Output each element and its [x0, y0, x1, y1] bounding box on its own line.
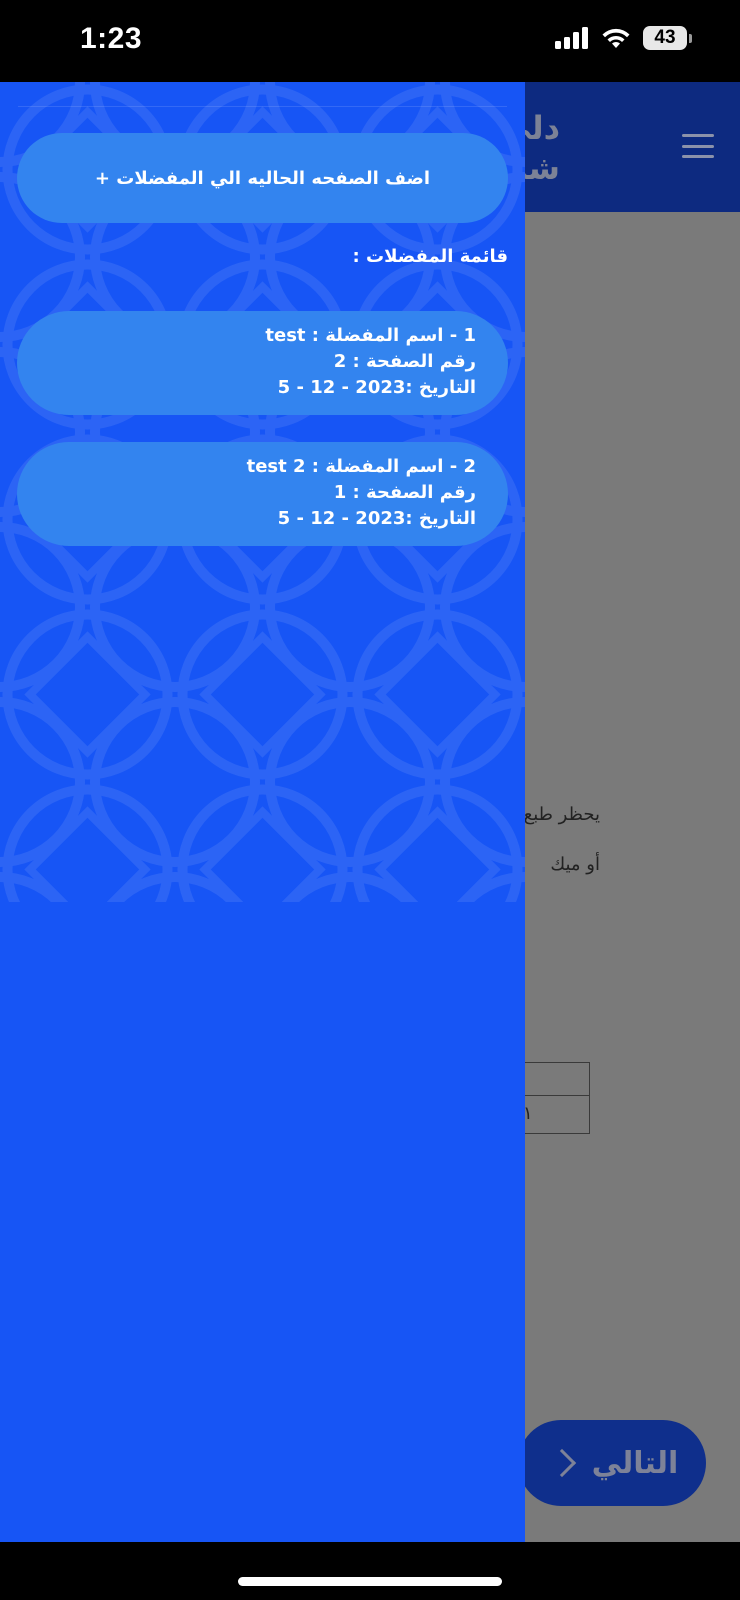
- next-button[interactable]: التالي: [518, 1420, 706, 1506]
- divider: [18, 106, 507, 107]
- menu-icon[interactable]: [682, 134, 714, 158]
- favorite-name: 2 - اسم المفضلة : test 2: [246, 456, 476, 477]
- wifi-icon: [602, 28, 630, 48]
- battery-icon: 43: [643, 26, 692, 50]
- status-time: 1:23: [80, 22, 143, 55]
- document-text-line: أو ميك: [550, 854, 600, 875]
- favorites-list-heading: قائمة المفضلات :: [352, 246, 508, 267]
- chevron-right-icon: [547, 1448, 576, 1478]
- battery-level: 43: [643, 26, 687, 50]
- favorite-item[interactable]: 1 - اسم المفضلة : test رقم الصفحة : 2 ال…: [17, 311, 508, 415]
- next-label: التالي: [591, 1445, 679, 1481]
- favorite-page: رقم الصفحة : 2: [333, 351, 476, 372]
- bottom-bar: [0, 1542, 740, 1600]
- favorite-page: رقم الصفحة : 1: [333, 482, 476, 503]
- favorite-name: 1 - اسم المفضلة : test: [265, 325, 476, 346]
- favorite-date: التاريخ :2023 - 12 - 5: [277, 508, 476, 529]
- favorites-drawer: اضف الصفحه الحاليه الي المفضلات + قائمة …: [0, 82, 525, 1542]
- status-icons: 43: [555, 26, 692, 50]
- favorite-item[interactable]: 2 - اسم المفضلة : test 2 رقم الصفحة : 1 …: [17, 442, 508, 546]
- status-bar: 1:23 43: [0, 0, 740, 82]
- signal-icon: [555, 27, 588, 49]
- document-text-line: يحظر طبع أ: [512, 804, 600, 825]
- add-to-favorites-button[interactable]: اضف الصفحه الحاليه الي المفضلات +: [17, 133, 508, 223]
- home-indicator[interactable]: [238, 1577, 502, 1586]
- battery-tip: [689, 33, 692, 43]
- favorite-date: التاريخ :2023 - 12 - 5: [277, 377, 476, 398]
